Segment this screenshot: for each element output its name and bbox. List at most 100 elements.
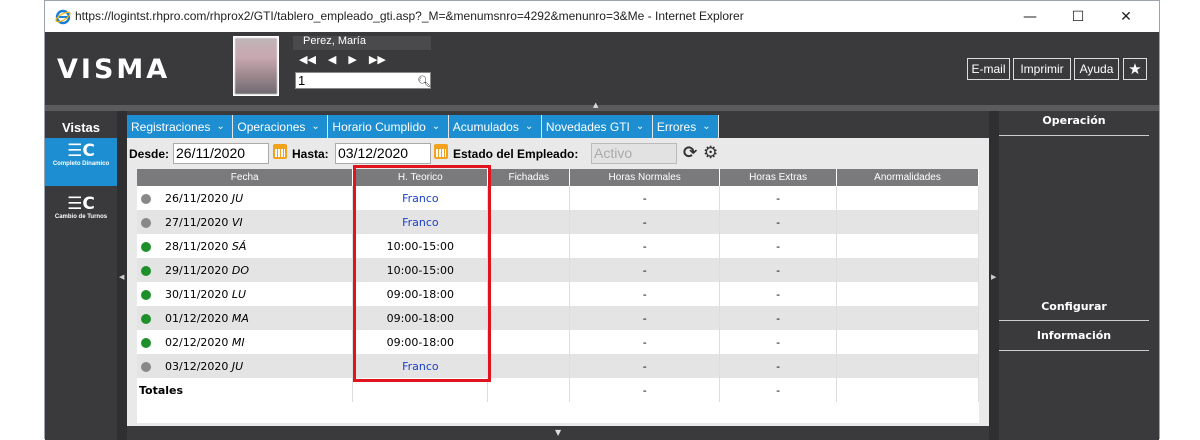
cell-fichadas[interactable] — [487, 186, 571, 210]
totals-label: Totales — [137, 378, 354, 402]
cell-fichadas[interactable] — [487, 330, 571, 354]
table-row[interactable]: 27/11/2020 VI Franco - - — [137, 210, 979, 234]
tab-acumulados[interactable]: Acumulados ⌄ — [448, 115, 542, 138]
row-day: JU — [231, 191, 244, 205]
configurar-section[interactable]: Configurar — [999, 300, 1149, 313]
informacion-section[interactable]: Información — [999, 329, 1149, 342]
employee-number-input[interactable]: 1 — [295, 72, 431, 89]
cell-fecha: 28/11/2020 SÁ — [137, 234, 354, 258]
cell-horas-extras: - — [719, 210, 838, 234]
maximize-button[interactable]: ☐ — [1055, 1, 1101, 32]
cell-horas-extras: - — [719, 330, 838, 354]
visma-logo: VISMA — [57, 54, 171, 85]
list-view-icon: ☰C — [67, 194, 95, 214]
totals-horas-normales: - — [569, 378, 721, 402]
cell-fecha: 26/11/2020 JU — [137, 186, 354, 210]
browser-window: https://logintst.rhpro.com/rhprox2/GTI/t… — [44, 0, 1160, 440]
search-icon[interactable]: 🔍︎ — [417, 75, 431, 88]
tab-errores[interactable]: Errores ⌄ — [652, 115, 720, 138]
desde-date-input[interactable]: 26/11/2020 — [173, 143, 269, 164]
prev-employee-icon[interactable]: ◀ — [328, 53, 336, 66]
operacion-section[interactable]: Operación — [999, 114, 1149, 127]
row-day: DO — [231, 263, 250, 277]
col-header-horas-normales[interactable]: Horas Normales — [569, 169, 721, 186]
employee-navigation: ◀◀ ◀ ▶ ▶▶ — [299, 53, 386, 66]
table-row[interactable]: 26/11/2020 JU Franco - - — [137, 186, 979, 210]
favorite-star-icon[interactable]: ★ — [1123, 58, 1147, 80]
chevron-down-icon: ⌄ — [216, 121, 225, 132]
cell-empty — [836, 378, 979, 402]
tab-novedades-gti[interactable]: Novedades GTI ⌄ — [541, 115, 653, 138]
cell-horas-normales: - — [569, 330, 721, 354]
collapse-down-icon[interactable]: ▼ — [555, 428, 561, 437]
highlight-box-h-teorico — [353, 165, 491, 382]
chevron-down-icon: ⌄ — [431, 121, 441, 132]
refresh-icon[interactable]: ⟳ — [683, 143, 697, 163]
cell-fecha: 03/12/2020 JU — [137, 354, 354, 378]
schedule-table: Fecha H. Teorico Fichadas Horas Normales… — [137, 169, 979, 402]
email-button[interactable]: E-mail — [967, 58, 1010, 80]
calendar-icon[interactable] — [273, 144, 287, 159]
hasta-date-input[interactable]: 03/12/2020 — [335, 143, 431, 164]
left-collapse-handle[interactable]: ◀ — [117, 111, 127, 440]
print-button[interactable]: Imprimir — [1013, 58, 1071, 80]
status-dot-icon — [141, 289, 151, 300]
tab-horario-cumplido[interactable]: Horario Cumplido ⌄ — [328, 115, 449, 138]
cell-fecha: 29/11/2020 DO — [137, 258, 354, 282]
cell-horas-normales: - — [569, 210, 721, 234]
row-date: 02/12/2020 — [165, 335, 229, 349]
cell-fichadas[interactable] — [487, 258, 571, 282]
cell-fichadas[interactable] — [487, 234, 571, 258]
internet-explorer-icon — [55, 9, 71, 25]
table-row[interactable]: 02/12/2020 MI 09:00-18:00- - — [137, 330, 979, 354]
desde-label: Desde: — [129, 147, 170, 161]
table-row[interactable]: 03/12/2020 JU Franco - - — [137, 354, 979, 378]
tab-operaciones[interactable]: Operaciones ⌄ — [233, 115, 329, 138]
table-row[interactable]: 29/11/2020 DO 10:00-15:00- - — [137, 258, 979, 282]
first-employee-icon[interactable]: ◀◀ — [299, 53, 316, 66]
col-header-anormalidades[interactable]: Anormalidades — [836, 169, 979, 186]
tab-bar: Registraciones ⌄ Operaciones ⌄ Horario Cum… — [127, 115, 720, 138]
status-dot-icon — [141, 217, 151, 228]
chevron-down-icon: ⌄ — [311, 121, 320, 132]
cell-horas-normales: - — [569, 186, 721, 210]
content-area: Desde: 26/11/2020 Hasta: 03/12/2020 Esta… — [127, 138, 989, 426]
list-view-icon: ☰C — [67, 141, 95, 161]
table-row[interactable]: 30/11/2020 LU 09:00-18:00- - — [137, 282, 979, 306]
tab-registraciones[interactable]: Registraciones ⌄ — [127, 115, 234, 138]
totals-horas-extras: - — [719, 378, 838, 402]
view-completo-dinamico[interactable]: ☰C Completo Dinamico — [45, 138, 117, 186]
views-title: Vistas — [61, 120, 101, 135]
table-row[interactable]: 28/11/2020 SÁ 10:00-15:00- - — [137, 234, 979, 258]
cell-fichadas[interactable] — [487, 354, 571, 378]
view-cambio-de-turnos[interactable]: ☰C Cambio de Turnos — [45, 191, 117, 239]
col-header-horas-extras[interactable]: Horas Extras — [719, 169, 838, 186]
settings-gear-icon[interactable]: ⚙ — [703, 143, 718, 163]
right-collapse-handle[interactable]: ▶ — [989, 111, 999, 440]
minimize-button[interactable]: — — [1007, 1, 1053, 32]
cell-horas-normales: - — [569, 354, 721, 378]
calendar-icon[interactable] — [434, 144, 448, 159]
row-date: 01/12/2020 — [165, 311, 229, 325]
status-dot-icon — [141, 265, 151, 276]
cell-horas-extras: - — [719, 186, 838, 210]
collapse-up-icon[interactable]: ▲ — [593, 101, 598, 109]
cell-horas-normales: - — [569, 282, 721, 306]
estado-field: Activo — [591, 143, 677, 164]
table-row[interactable]: 01/12/2020 MA 09:00-18:00- - — [137, 306, 979, 330]
close-button[interactable]: ✕ — [1103, 1, 1149, 32]
views-sidebar: Vistas ☰C Completo Dinamico ☰C Cambio de… — [45, 111, 117, 440]
status-dot-icon — [141, 193, 151, 204]
cell-fichadas[interactable] — [487, 306, 571, 330]
cell-fecha: 02/12/2020 MI — [137, 330, 354, 354]
last-employee-icon[interactable]: ▶▶ — [369, 53, 386, 66]
help-button[interactable]: Ayuda — [1074, 58, 1119, 80]
cell-fichadas[interactable] — [487, 282, 571, 306]
next-employee-icon[interactable]: ▶ — [348, 53, 356, 66]
totals-row: Totales - - — [137, 378, 979, 402]
status-dot-icon — [141, 313, 151, 324]
cell-fichadas[interactable] — [487, 210, 571, 234]
col-header-fichadas[interactable]: Fichadas — [487, 169, 571, 186]
cell-anormalidades — [836, 210, 979, 234]
col-header-fecha[interactable]: Fecha — [137, 169, 354, 186]
